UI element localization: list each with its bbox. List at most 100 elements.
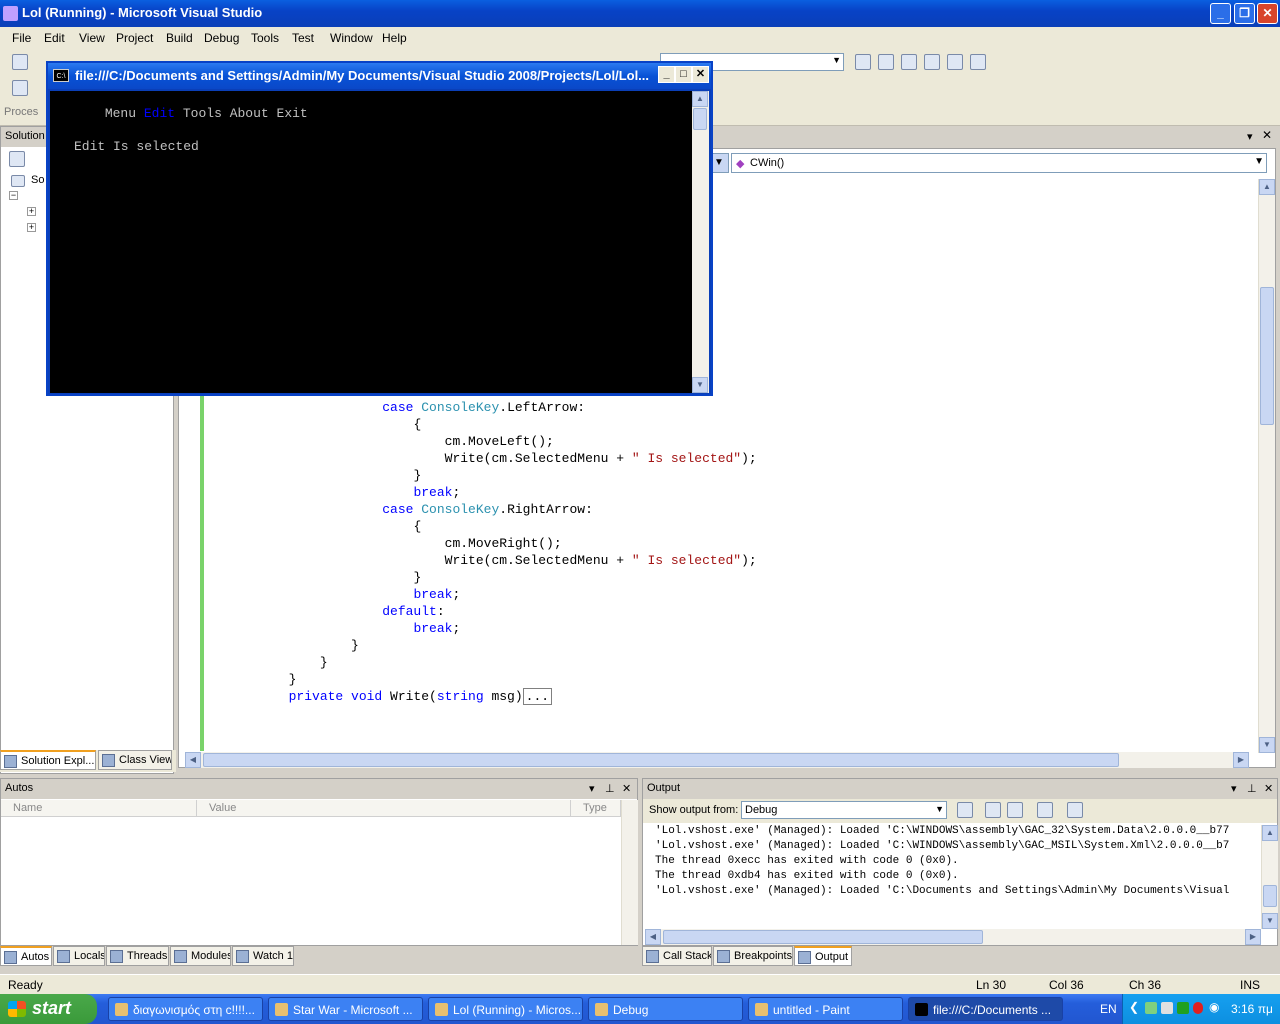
menu-debug[interactable]: Debug <box>204 31 239 45</box>
tab-breakpoints[interactable]: Breakpoints <box>713 946 793 966</box>
code-line[interactable]: Write(cm.SelectedMenu + " Is selected"); <box>273 450 757 467</box>
console-window[interactable]: C:\ file:///C:/Documents and Settings/Ad… <box>46 61 713 396</box>
code-line[interactable]: } <box>273 637 359 654</box>
console-output[interactable]: Menu Edit Tools About Exit Edit Is selec… <box>50 91 692 393</box>
console-title-bar[interactable]: C:\ file:///C:/Documents and Settings/Ad… <box>48 63 711 89</box>
find-in-files-icon[interactable] <box>855 54 871 70</box>
scroll-thumb[interactable] <box>663 930 983 944</box>
volume-icon[interactable]: ◉ <box>1209 1000 1219 1014</box>
messenger-icon[interactable] <box>1177 1002 1189 1014</box>
menu-window[interactable]: Window <box>330 31 373 45</box>
autos-scrollbar[interactable] <box>621 800 638 945</box>
code-line[interactable]: } <box>273 467 421 484</box>
code-line[interactable]: default: <box>273 603 444 620</box>
close-icon[interactable]: ✕ <box>1264 782 1273 795</box>
menu-test[interactable]: Test <box>292 31 314 45</box>
member-combo[interactable]: ◆ CWin() ▼ <box>731 153 1267 173</box>
output-text[interactable]: 'Lol.vshost.exe' (Managed): Loaded 'C:\W… <box>643 825 1261 931</box>
column-value[interactable]: Value <box>197 800 571 817</box>
menu-help[interactable]: Help <box>382 31 407 45</box>
taskbar-item[interactable]: Lol (Running) - Micros... <box>428 997 583 1021</box>
code-line[interactable]: cm.MoveRight(); <box>273 535 562 552</box>
word-wrap-icon[interactable] <box>1067 802 1083 818</box>
clear-all-icon[interactable] <box>1037 802 1053 818</box>
code-line[interactable]: private void Write(string msg)... <box>273 688 553 705</box>
properties-icon[interactable] <box>901 54 917 70</box>
tab-threads[interactable]: Threads <box>106 946 169 966</box>
taskbar-item-active[interactable]: file:///C:/Documents ... <box>908 997 1063 1021</box>
output-horizontal-scrollbar[interactable]: ◀ ▶ <box>645 929 1261 945</box>
menu-file[interactable]: File <box>12 31 31 45</box>
new-project-icon[interactable] <box>12 54 28 70</box>
editor-vertical-scrollbar[interactable]: ▲ ▼ <box>1258 179 1275 753</box>
scroll-right-icon[interactable]: ▶ <box>1233 752 1249 768</box>
previous-message-icon[interactable] <box>985 802 1001 818</box>
pin-icon[interactable]: ⊥ <box>1247 782 1257 795</box>
next-message-icon[interactable] <box>1007 802 1023 818</box>
code-line[interactable]: break; <box>273 484 460 501</box>
console-close-button[interactable]: ✕ <box>692 66 709 83</box>
code-line[interactable]: } <box>273 654 328 671</box>
dropdown-icon[interactable]: ▾ <box>1231 782 1237 795</box>
scroll-thumb[interactable] <box>203 753 1119 767</box>
menu-build[interactable]: Build <box>166 31 193 45</box>
code-line[interactable]: Write(cm.SelectedMenu + " Is selected"); <box>273 552 757 569</box>
scroll-down-icon[interactable]: ▼ <box>692 377 708 393</box>
start-page-icon[interactable] <box>947 54 963 70</box>
menu-view[interactable]: View <box>79 31 105 45</box>
close-button[interactable]: ✕ <box>1257 3 1278 24</box>
scroll-up-icon[interactable]: ▲ <box>1259 179 1275 195</box>
scroll-thumb[interactable] <box>693 108 707 130</box>
code-line[interactable]: } <box>273 671 297 688</box>
code-line[interactable]: break; <box>273 586 460 603</box>
solution-root-label[interactable]: So <box>31 174 44 186</box>
tab-modules[interactable]: Modules <box>170 946 231 966</box>
tab-output[interactable]: Output <box>794 946 852 966</box>
tab-locals[interactable]: Locals <box>53 946 105 966</box>
tab-call-stack[interactable]: Call Stack <box>642 946 712 966</box>
show-all-files-icon[interactable] <box>9 151 25 167</box>
clock[interactable]: 3:16 πμ <box>1231 1002 1273 1016</box>
start-button[interactable]: start <box>0 994 97 1024</box>
menu-edit[interactable]: Edit <box>44 31 65 45</box>
close-icon[interactable]: ✕ <box>1262 128 1272 142</box>
console-maximize-button[interactable]: □ <box>675 66 692 83</box>
expand-icon[interactable]: + <box>27 223 36 232</box>
pin-icon[interactable]: ⊥ <box>605 782 615 795</box>
output-vertical-scrollbar[interactable]: ▲ ▼ <box>1261 825 1278 929</box>
pin-icon[interactable]: ▾ <box>1247 130 1253 143</box>
code-line[interactable]: cm.MoveLeft(); <box>273 433 554 450</box>
minimize-button[interactable]: _ <box>1210 3 1231 24</box>
tray-expand-icon[interactable]: ❮ <box>1129 1000 1139 1014</box>
scroll-down-icon[interactable]: ▼ <box>1259 737 1275 753</box>
code-line[interactable]: case ConsoleKey.LeftArrow: <box>273 399 585 416</box>
code-line[interactable]: break; <box>273 620 460 637</box>
scroll-thumb[interactable] <box>1260 287 1274 425</box>
taskbar-item[interactable]: διαγωνισμός στη c!!!!... <box>108 997 263 1021</box>
go-to-line-icon[interactable] <box>957 802 973 818</box>
tab-autos[interactable]: Autos <box>0 946 52 966</box>
command-window-icon[interactable] <box>970 54 986 70</box>
taskbar-item[interactable]: untitled - Paint <box>748 997 903 1021</box>
network-icon[interactable] <box>1145 1002 1157 1014</box>
code-lines[interactable]: case ConsoleKey.LeftArrow: { cm.MoveLeft… <box>273 399 1233 729</box>
maximize-button[interactable]: ❐ <box>1234 3 1255 24</box>
scroll-down-icon[interactable]: ▼ <box>1262 913 1278 929</box>
scroll-left-icon[interactable]: ◀ <box>185 752 201 768</box>
taskbar-item[interactable]: Star War - Microsoft ... <box>268 997 423 1021</box>
column-name[interactable]: Name <box>1 800 197 817</box>
taskbar-item[interactable]: Debug <box>588 997 743 1021</box>
code-line[interactable]: { <box>273 416 421 433</box>
continue-icon[interactable] <box>12 80 28 96</box>
solution-explorer-icon[interactable] <box>878 54 894 70</box>
dropdown-icon[interactable]: ▾ <box>589 782 595 795</box>
editor-horizontal-scrollbar[interactable]: ◀ ▶ <box>185 752 1249 768</box>
tab-watch[interactable]: Watch 1 <box>232 946 294 966</box>
scroll-up-icon[interactable]: ▲ <box>1262 825 1278 841</box>
show-output-select[interactable]: Debug ▼ <box>741 801 947 819</box>
menu-project[interactable]: Project <box>116 31 153 45</box>
scroll-thumb[interactable] <box>1263 885 1277 907</box>
expand-icon[interactable]: + <box>27 207 36 216</box>
language-indicator[interactable]: EN <box>1100 1002 1117 1016</box>
scroll-up-icon[interactable]: ▲ <box>692 91 708 107</box>
